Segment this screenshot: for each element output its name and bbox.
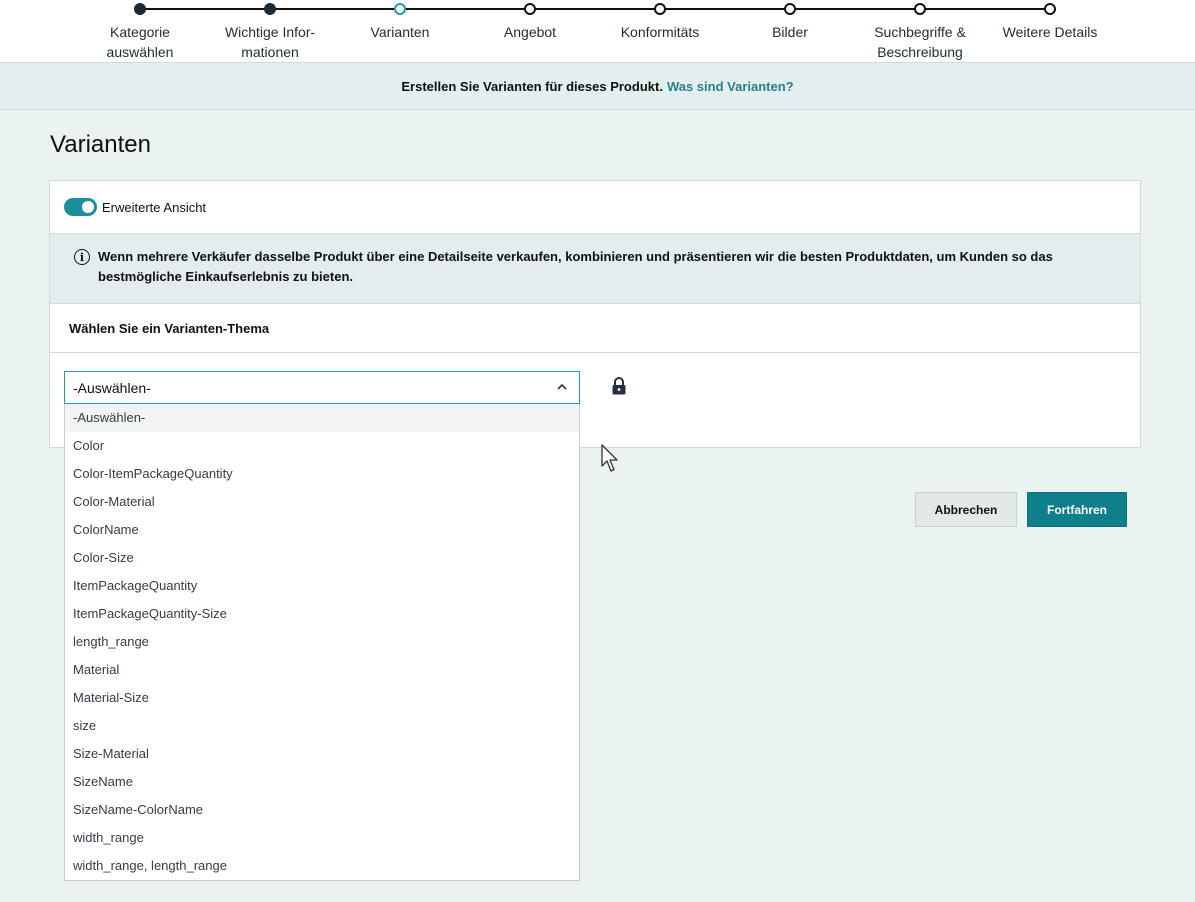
step-dot-done (264, 3, 276, 15)
dropdown-option[interactable]: ItemPackageQuantity-Size (65, 600, 579, 628)
step-weitere-details[interactable]: Weitere Details (990, 0, 1110, 42)
step-label: Wichtige Infor- mationen (224, 24, 316, 60)
what-are-variants-link[interactable]: Was sind Varianten? (667, 79, 794, 94)
step-label: Varianten (370, 24, 430, 40)
variant-theme-heading: Wählen Sie ein Varianten-Thema (50, 304, 1140, 353)
lock-icon (612, 377, 626, 395)
step-dot (654, 3, 666, 15)
step-angebot[interactable]: Angebot (470, 0, 590, 42)
info-box: i Wenn mehrere Verkäufer dasselbe Produk… (50, 234, 1140, 304)
dropdown-option[interactable]: Color-Size (65, 544, 579, 572)
cancel-button[interactable]: Abbrechen (915, 492, 1017, 527)
page-title: Varianten (50, 131, 151, 158)
step-label: Angebot (503, 24, 557, 40)
dropdown-option[interactable]: width_range (65, 824, 579, 852)
dropdown-option[interactable]: ColorName (65, 516, 579, 544)
dropdown-option[interactable]: width_range, length_range (65, 852, 579, 880)
step-dot (524, 3, 536, 15)
dropdown-option[interactable]: size (65, 712, 579, 740)
dropdown-option[interactable]: Material (65, 656, 579, 684)
dropdown-option[interactable]: ItemPackageQuantity (65, 572, 579, 600)
progress-stepper: Kategorie auswählen Wichtige Infor- mati… (0, 0, 1195, 62)
step-suchbegriffe[interactable]: Suchbegriffe & Beschreibung (860, 0, 980, 62)
dropdown-option[interactable]: -Auswählen- (65, 404, 579, 432)
step-dot (784, 3, 796, 15)
step-konformitaets[interactable]: Konformitäts (600, 0, 720, 42)
advanced-view-label: Erweiterte Ansicht (102, 199, 207, 215)
info-banner: Erstellen Sie Varianten für dieses Produ… (0, 62, 1195, 110)
step-label: Kategorie auswählen (106, 24, 174, 60)
dropdown-option[interactable]: length_range (65, 628, 579, 656)
advanced-view-toggle[interactable] (64, 198, 97, 216)
step-label: Konformitäts (620, 24, 700, 40)
info-icon: i (74, 249, 90, 265)
mouse-pointer-icon (601, 444, 618, 472)
variant-theme-dropdown: -Auswählen- Color Color-ItemPackageQuant… (64, 404, 580, 881)
step-dot-done (134, 3, 146, 15)
continue-button[interactable]: Fortfahren (1027, 492, 1127, 527)
step-dot (914, 3, 926, 15)
info-text: Wenn mehrere Verkäufer dasselbe Produkt … (98, 249, 1053, 284)
step-label: Weitere Details (1002, 24, 1098, 40)
banner-text: Erstellen Sie Varianten für dieses Produ… (401, 78, 663, 94)
step-varianten[interactable]: Varianten (340, 0, 460, 42)
step-label: Bilder (772, 24, 808, 40)
advanced-view-row: Erweiterte Ansicht (50, 181, 1140, 234)
step-kategorie[interactable]: Kategorie auswählen (80, 0, 200, 62)
select-value: -Auswählen- (73, 379, 151, 396)
step-dot (1044, 3, 1056, 15)
step-bilder[interactable]: Bilder (730, 0, 850, 42)
chevron-up-icon (557, 383, 567, 390)
dropdown-option[interactable]: Size-Material (65, 740, 579, 768)
step-dot-active (394, 3, 406, 15)
step-wichtige-informationen[interactable]: Wichtige Infor- mationen (210, 0, 330, 62)
dropdown-option[interactable]: Color-Material (65, 488, 579, 516)
toggle-knob (82, 201, 94, 213)
step-label: Suchbegriffe & Beschreibung (874, 24, 966, 60)
variant-theme-select[interactable]: -Auswählen- (64, 371, 580, 404)
dropdown-option[interactable]: Material-Size (65, 684, 579, 712)
dropdown-option[interactable]: Color-ItemPackageQuantity (65, 460, 579, 488)
dropdown-option[interactable]: Color (65, 432, 579, 460)
dropdown-option[interactable]: SizeName (65, 768, 579, 796)
dropdown-option[interactable]: SizeName-ColorName (65, 796, 579, 824)
